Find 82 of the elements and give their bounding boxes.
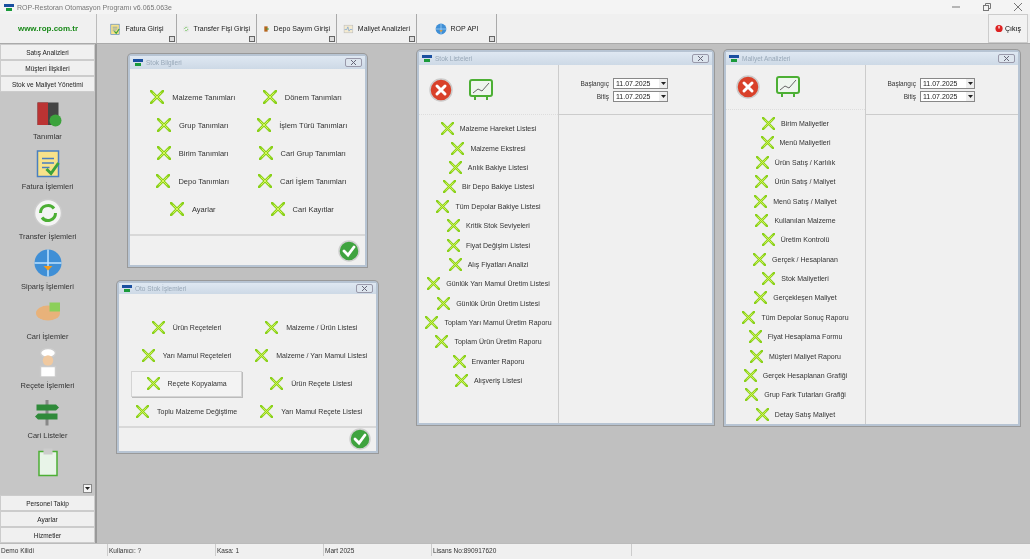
refresh-icon xyxy=(32,197,63,228)
x-mark-icon xyxy=(427,277,441,291)
app-icon xyxy=(729,54,739,63)
app-icon xyxy=(422,54,432,63)
x-mark-icon xyxy=(146,377,160,391)
x-mark-icon xyxy=(141,349,155,363)
x-mark-icon xyxy=(258,146,273,160)
x-mark-icon xyxy=(742,310,756,324)
window-close-button[interactable] xyxy=(356,283,373,293)
app-icon xyxy=(122,283,132,293)
close-icon xyxy=(1003,56,1010,61)
globe-icon xyxy=(32,247,63,278)
x-mark-icon xyxy=(260,405,274,419)
window-close-button[interactable] xyxy=(998,54,1015,63)
x-mark-icon xyxy=(262,90,277,104)
x-mark-icon xyxy=(447,219,461,233)
chart-button[interactable] xyxy=(776,75,800,98)
x-mark-icon xyxy=(762,116,776,130)
scroll-down-button[interactable] xyxy=(83,484,92,493)
expand-icon[interactable] xyxy=(409,36,415,42)
window-close-button[interactable] xyxy=(692,54,709,63)
x-mark-icon xyxy=(151,321,165,335)
window-close-button[interactable] xyxy=(345,58,362,67)
x-mark-icon xyxy=(440,122,454,136)
close-icon xyxy=(350,60,357,65)
chart-button[interactable] xyxy=(469,78,493,101)
x-mark-icon xyxy=(156,146,171,160)
x-mark-icon xyxy=(436,199,450,213)
x-mark-icon xyxy=(451,141,465,155)
x-mark-icon xyxy=(257,118,272,132)
x-mark-icon xyxy=(755,213,769,227)
x-mark-icon xyxy=(169,202,184,216)
restore-icon[interactable] xyxy=(983,3,991,11)
x-mark-icon xyxy=(257,174,272,188)
x-mark-icon xyxy=(762,272,776,286)
confirm-button[interactable] xyxy=(338,239,360,262)
x-mark-icon xyxy=(755,407,769,421)
expand-icon[interactable] xyxy=(489,36,495,42)
x-mark-icon xyxy=(454,374,468,388)
chart-icon xyxy=(343,22,354,35)
confirm-button[interactable] xyxy=(349,428,371,451)
expand-icon[interactable] xyxy=(169,36,175,42)
app-icon xyxy=(133,58,143,67)
close-button[interactable] xyxy=(736,74,760,99)
x-mark-icon xyxy=(265,321,279,335)
x-mark-icon xyxy=(760,136,774,150)
x-mark-icon xyxy=(156,174,171,188)
x-mark-icon xyxy=(750,349,763,363)
x-mark-icon xyxy=(157,118,171,132)
close-button[interactable] xyxy=(429,77,453,102)
close-icon[interactable] xyxy=(1014,3,1022,11)
x-mark-icon xyxy=(136,405,149,419)
x-mark-icon xyxy=(761,233,775,247)
expand-icon[interactable] xyxy=(249,36,255,42)
x-mark-icon xyxy=(425,316,439,330)
x-mark-icon xyxy=(443,180,456,194)
x-mark-icon xyxy=(743,369,757,382)
x-mark-icon xyxy=(753,252,767,266)
close-icon xyxy=(361,285,368,291)
globe-icon xyxy=(434,22,447,35)
app-icon xyxy=(4,2,14,12)
x-mark-icon xyxy=(255,349,269,363)
x-mark-icon xyxy=(755,155,769,169)
power-icon xyxy=(995,24,1004,33)
x-mark-icon xyxy=(446,238,460,252)
x-mark-icon xyxy=(448,257,462,271)
x-mark-icon xyxy=(754,291,768,305)
x-mark-icon xyxy=(435,335,449,349)
x-mark-icon xyxy=(270,202,285,216)
close-icon xyxy=(697,56,704,61)
x-mark-icon xyxy=(754,194,768,208)
caret-icon xyxy=(85,487,90,490)
x-mark-icon xyxy=(745,388,759,402)
x-mark-icon xyxy=(437,296,451,310)
x-mark-icon xyxy=(448,160,462,174)
notepad-icon xyxy=(109,22,122,35)
x-mark-icon xyxy=(748,330,762,344)
expand-icon[interactable] xyxy=(329,36,335,42)
x-mark-icon xyxy=(270,377,284,391)
x-mark-icon xyxy=(452,354,466,368)
x-mark-icon xyxy=(150,90,165,104)
x-mark-icon xyxy=(755,175,769,189)
